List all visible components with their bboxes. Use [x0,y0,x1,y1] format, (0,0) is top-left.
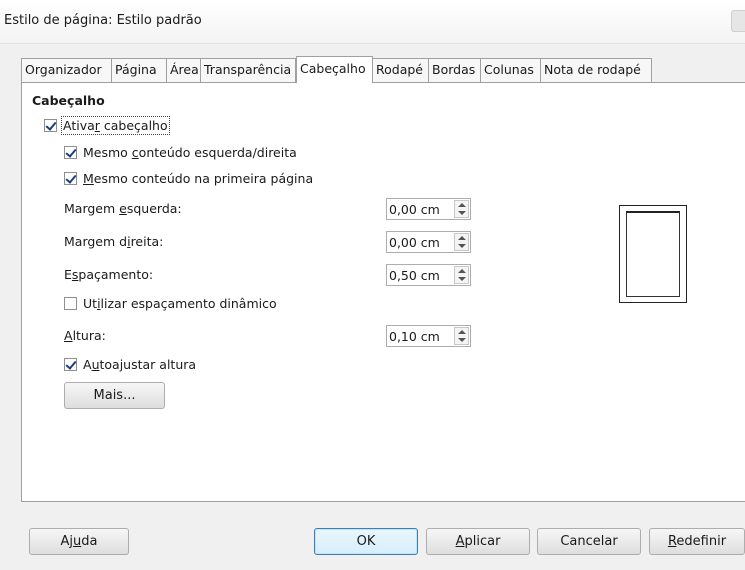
left-margin-label: Margem esquerda: [64,201,182,216]
page-preview [619,205,687,303]
reset-button[interactable]: Redefinir [649,528,745,555]
height-spinbox[interactable]: 0,10 cm [386,325,471,347]
tab-label: Cabeçalho [300,61,366,76]
autofit-height-checkbox[interactable]: Autoajustar altura [64,357,196,372]
ok-button[interactable]: OK [314,528,418,555]
tab-nota-de-rodape[interactable]: Nota de rodapé [541,58,652,82]
spin-down-icon[interactable] [458,277,466,281]
tab-label: Bordas [432,62,476,77]
enable-header-checkbox[interactable]: Ativar cabeçalho [44,116,170,135]
spin-arrows[interactable] [454,266,469,284]
spin-up-icon[interactable] [458,236,466,240]
spin-value: 0,00 cm [389,235,440,250]
same-content-first-page-checkbox[interactable]: Mesmo conteúdo na primeira página [64,171,313,186]
tab-pagina[interactable]: Página [112,58,167,82]
checkbox-label: Mesmo conteúdo na primeira página [83,171,314,186]
spin-arrows[interactable] [454,200,469,218]
checkbox-label: Ativar cabeçalho [61,116,170,135]
checkbox-label: Autoajustar altura [83,357,197,372]
tab-label: Rodapé [376,62,423,77]
tab-bordas[interactable]: Bordas [429,58,481,82]
help-button[interactable]: Ajuda [29,528,129,555]
spacing-label: Espaçamento: [64,267,154,282]
tab-organizador[interactable]: Organizador [21,58,112,82]
spin-value: 0,10 cm [389,329,440,344]
window-title: Estilo de página: Estilo padrão [4,13,202,28]
checkbox-label: Mesmo conteúdo esquerda/direita [83,145,297,160]
tab-label: Página [115,62,157,77]
cancel-button[interactable]: Cancelar [537,528,641,555]
spin-value: 0,50 cm [389,268,440,283]
tab-label: Área [170,62,199,77]
checkbox-box[interactable] [64,172,77,185]
checkbox-box[interactable] [64,358,77,371]
spin-down-icon[interactable] [458,211,466,215]
right-margin-spinbox[interactable]: 0,00 cm [386,231,471,253]
checkbox-box[interactable] [44,119,57,132]
spin-up-icon[interactable] [458,269,466,273]
title-bar: Estilo de página: Estilo padrão [0,0,745,44]
spin-down-icon[interactable] [458,338,466,342]
header-settings-panel: Cabeçalho Ativar cabeçalho Mesmo conteúd… [21,82,745,502]
spin-down-icon[interactable] [458,244,466,248]
right-margin-label: Margem direita: [64,234,164,249]
section-title: Cabeçalho [32,93,105,108]
checkbox-label: Utilizar espaçamento dinâmico [83,296,277,311]
spin-up-icon[interactable] [458,203,466,207]
tab-rodape[interactable]: Rodapé [373,58,429,82]
tab-label: Colunas [484,62,534,77]
spin-up-icon[interactable] [458,330,466,334]
spacing-spinbox[interactable]: 0,50 cm [386,264,471,286]
close-button[interactable] [731,10,745,32]
spin-arrows[interactable] [454,327,469,345]
height-label: Altura: [64,328,106,343]
tab-cabecalho[interactable]: Cabeçalho [296,56,373,83]
tab-label: Organizador [25,62,102,77]
tab-label: Nota de rodapé [544,62,641,77]
tab-transparencia[interactable]: Transparência [201,58,296,82]
dynamic-spacing-checkbox[interactable]: Utilizar espaçamento dinâmico [64,296,277,311]
tab-label: Transparência [204,62,292,77]
page-preview-sheet [626,211,680,297]
checkbox-box[interactable] [64,297,77,310]
more-button[interactable]: Mais... [64,382,165,409]
tab-area[interactable]: Área [167,58,201,82]
tab-colunas[interactable]: Colunas [481,58,541,82]
apply-button[interactable]: Aplicar [426,528,530,555]
spin-arrows[interactable] [454,233,469,251]
checkbox-box[interactable] [64,146,77,159]
same-content-left-right-checkbox[interactable]: Mesmo conteúdo esquerda/direita [64,145,297,160]
left-margin-spinbox[interactable]: 0,00 cm [386,198,471,220]
spin-value: 0,00 cm [389,202,440,217]
